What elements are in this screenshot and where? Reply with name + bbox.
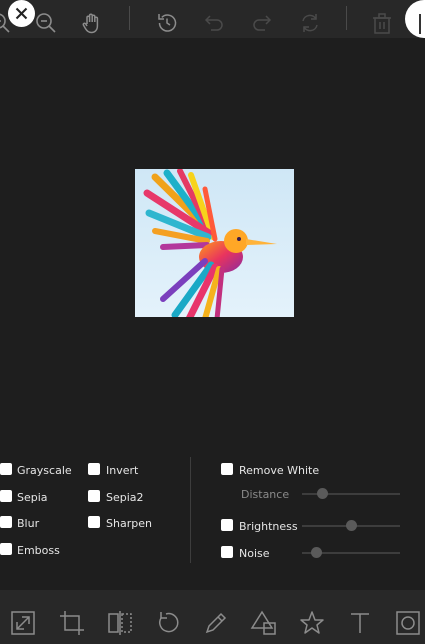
text-icon[interactable] (346, 609, 374, 637)
emboss-checkbox[interactable] (0, 543, 12, 555)
remove-white-checkbox[interactable] (221, 463, 233, 475)
grayscale-label: Grayscale (17, 464, 72, 477)
delete-icon[interactable] (370, 11, 394, 35)
distance-label: Distance (241, 488, 290, 501)
crop-icon[interactable] (58, 609, 86, 637)
distance-slider-handle[interactable] (317, 488, 329, 499)
sharpen-checkbox[interactable] (88, 516, 100, 528)
flip-icon[interactable] (106, 609, 134, 637)
mask-icon[interactable] (394, 609, 422, 637)
emboss-label: Emboss (17, 544, 60, 557)
brightness-checkbox[interactable] (221, 519, 233, 531)
rotate-icon[interactable] (154, 609, 182, 637)
brightness-slider-handle[interactable] (345, 520, 357, 531)
hand-icon[interactable] (80, 11, 104, 35)
brightness-label: Brightness (239, 520, 298, 533)
close-icon (15, 7, 28, 20)
panel-divider (190, 457, 191, 563)
download-icon (419, 14, 421, 34)
history-icon[interactable] (155, 11, 179, 35)
remove-white-label: Remove White (239, 464, 320, 477)
noise-label: Noise (239, 547, 270, 560)
blur-checkbox[interactable] (0, 516, 12, 528)
sepia2-label: Sepia2 (106, 491, 144, 504)
resize-icon[interactable] (9, 609, 37, 637)
invert-label: Invert (106, 464, 139, 477)
sepia-checkbox[interactable] (0, 490, 12, 502)
star-icon[interactable] (298, 609, 326, 637)
sharpen-label: Sharpen (106, 517, 152, 530)
redo-icon[interactable] (250, 11, 274, 35)
draw-icon[interactable] (202, 609, 230, 637)
blur-label: Blur (17, 517, 40, 530)
zoom-out-icon[interactable] (34, 11, 58, 35)
hummingbird-image (135, 169, 294, 317)
undo-icon[interactable] (202, 11, 226, 35)
sepia2-checkbox[interactable] (88, 490, 100, 502)
grayscale-checkbox[interactable] (0, 463, 12, 475)
reset-icon[interactable] (298, 11, 322, 35)
close-button[interactable] (8, 0, 35, 27)
noise-checkbox[interactable] (221, 546, 233, 558)
top-toolbar (0, 0, 425, 38)
sepia-label: Sepia (17, 491, 48, 504)
toolbar-divider (129, 6, 130, 30)
invert-checkbox[interactable] (88, 463, 100, 475)
toolbar-divider (346, 6, 347, 30)
shape-icon[interactable] (250, 609, 278, 637)
canvas-image[interactable] (135, 169, 294, 317)
download-button[interactable] (405, 0, 425, 38)
